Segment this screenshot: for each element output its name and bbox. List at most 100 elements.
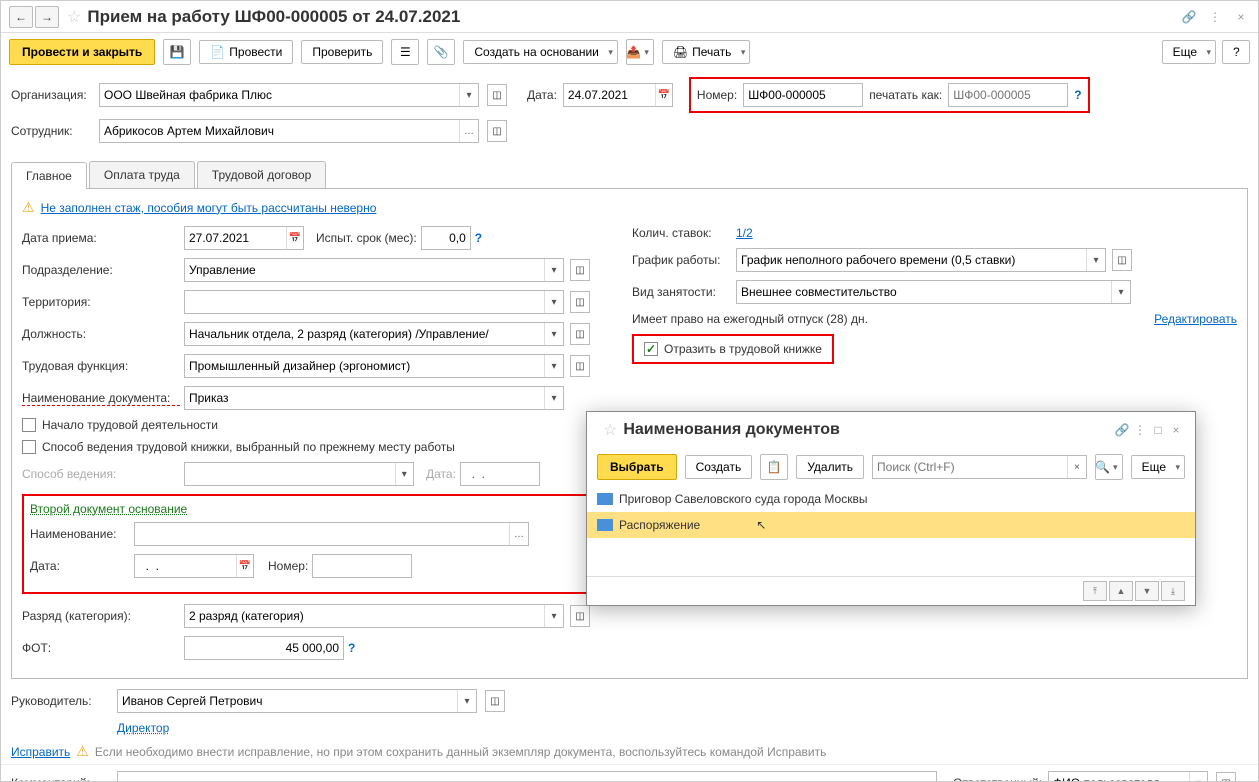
employee-input[interactable] xyxy=(100,122,459,140)
print-as-input[interactable] xyxy=(949,86,1067,104)
search-input[interactable] xyxy=(873,458,1067,476)
link-icon[interactable]: 🔗 xyxy=(1180,8,1198,26)
dropdown-icon[interactable]: ▾ xyxy=(544,387,563,409)
trial-input[interactable] xyxy=(422,229,470,247)
open-icon[interactable]: ◫ xyxy=(570,323,590,345)
calendar-icon[interactable]: 📅 xyxy=(286,227,303,249)
org-field[interactable]: ▾ xyxy=(99,83,479,107)
fix-link[interactable]: Исправить xyxy=(11,745,70,759)
position-field[interactable]: ▾ xyxy=(184,322,564,346)
list-item[interactable]: Распоряжение ↖ xyxy=(587,512,1195,538)
grade-field[interactable]: ▾ xyxy=(184,604,564,628)
export-button[interactable]: 📤 xyxy=(626,39,654,65)
employment-type-field[interactable]: ▾ xyxy=(736,280,1131,304)
territory-input[interactable] xyxy=(185,293,544,311)
list-item[interactable]: Приговор Савеловского суда города Москвы xyxy=(587,486,1195,512)
nav-back-button[interactable]: ← xyxy=(9,6,33,28)
employee-field[interactable]: … xyxy=(99,119,479,143)
employment-type-input[interactable] xyxy=(737,283,1111,301)
sort-top-button[interactable]: ⤒ xyxy=(1083,581,1107,601)
create-based-button[interactable]: Создать на основании xyxy=(463,40,618,64)
doc-name-input[interactable] xyxy=(185,389,544,407)
dropdown-icon[interactable]: ▾ xyxy=(1111,281,1130,303)
copy-button[interactable]: 📋 xyxy=(760,454,788,480)
tab-main[interactable]: Главное xyxy=(11,162,87,189)
schedule-input[interactable] xyxy=(737,251,1086,269)
maximize-icon[interactable]: □ xyxy=(1149,421,1167,439)
open-icon[interactable]: ◫ xyxy=(570,355,590,377)
help-button[interactable]: ? xyxy=(1222,40,1250,64)
open-icon[interactable]: ◫ xyxy=(570,605,590,627)
manager-field[interactable]: ▾ xyxy=(117,689,477,713)
more-button[interactable]: Еще xyxy=(1162,40,1216,64)
dropdown-icon[interactable]: ▾ xyxy=(1086,249,1105,271)
number-input[interactable] xyxy=(744,86,862,104)
dropdown-icon[interactable]: ▾ xyxy=(544,323,563,345)
dropdown-icon[interactable]: ▾ xyxy=(459,84,478,106)
calendar-icon[interactable]: 📅 xyxy=(655,84,672,106)
second-doc-name-input[interactable] xyxy=(135,525,509,543)
dropdown-icon[interactable]: ▾ xyxy=(544,355,563,377)
manager-input[interactable] xyxy=(118,692,457,710)
select-button[interactable]: Выбрать xyxy=(597,454,677,480)
number-field[interactable] xyxy=(743,83,863,107)
edit-link[interactable]: Редактировать xyxy=(1154,312,1237,326)
doc-name-field[interactable]: ▾ xyxy=(184,386,564,410)
positions-count-link[interactable]: 1/2 xyxy=(736,226,753,240)
open-icon[interactable]: ◫ xyxy=(1112,249,1132,271)
dropdown-icon[interactable]: ▾ xyxy=(544,259,563,281)
grade-input[interactable] xyxy=(185,607,544,625)
position-input[interactable] xyxy=(185,325,544,343)
list-button[interactable]: ☰ xyxy=(391,39,419,65)
sort-down-button[interactable]: ▼ xyxy=(1135,581,1159,601)
schedule-field[interactable]: ▾ xyxy=(736,248,1106,272)
hire-date-field[interactable]: 📅 xyxy=(184,226,304,250)
department-input[interactable] xyxy=(185,261,544,279)
favorite-icon[interactable]: ☆ xyxy=(67,7,81,27)
org-input[interactable] xyxy=(100,86,459,104)
help-icon[interactable]: ? xyxy=(1074,88,1081,102)
popup-more-button[interactable]: Еще xyxy=(1131,455,1185,479)
sort-bottom-button[interactable]: ⤓ xyxy=(1161,581,1185,601)
second-doc-title[interactable]: Второй документ основание xyxy=(30,502,187,516)
reflect-book-checkbox[interactable] xyxy=(644,342,658,356)
open-icon[interactable]: ◫ xyxy=(570,259,590,281)
favorite-icon[interactable]: ☆ xyxy=(603,420,617,440)
tab-contract[interactable]: Трудовой договор xyxy=(197,161,326,188)
comment-field[interactable] xyxy=(117,771,937,782)
open-icon[interactable]: ◫ xyxy=(485,690,505,712)
dropdown-icon[interactable]: ▾ xyxy=(544,605,563,627)
comment-input[interactable] xyxy=(118,774,936,782)
second-doc-number-input[interactable] xyxy=(313,557,411,575)
book-method-checkbox[interactable] xyxy=(22,440,36,454)
responsible-input[interactable] xyxy=(1049,774,1189,782)
date-field[interactable]: 📅 xyxy=(563,83,673,107)
open-icon[interactable]: ◫ xyxy=(487,120,507,142)
more-icon[interactable]: ⋮ xyxy=(1131,421,1149,439)
help-icon[interactable]: ? xyxy=(475,231,482,245)
print-button[interactable]: 🖨Печать xyxy=(662,40,751,64)
sort-up-button[interactable]: ▲ xyxy=(1109,581,1133,601)
director-link[interactable]: Директор xyxy=(117,721,169,735)
save-button[interactable]: 💾 xyxy=(163,39,191,65)
post-and-close-button[interactable]: Провести и закрыть xyxy=(9,39,155,65)
second-doc-date-field[interactable]: 📅 xyxy=(134,554,254,578)
close-icon[interactable]: × xyxy=(1167,421,1185,439)
delete-button[interactable]: Удалить xyxy=(796,455,864,479)
nav-forward-button[interactable]: → xyxy=(35,6,59,28)
open-icon[interactable]: ◫ xyxy=(487,84,507,106)
second-doc-name-field[interactable]: … xyxy=(134,522,529,546)
start-activity-checkbox[interactable] xyxy=(22,418,36,432)
dropdown-icon[interactable]: ▾ xyxy=(544,291,563,313)
territory-field[interactable]: ▾ xyxy=(184,290,564,314)
labor-func-field[interactable]: ▾ xyxy=(184,354,564,378)
search-button[interactable]: 🔍 xyxy=(1095,454,1123,480)
ellipsis-icon[interactable]: … xyxy=(459,120,478,142)
post-button[interactable]: 📄Провести xyxy=(199,40,293,64)
dropdown-icon[interactable]: ▾ xyxy=(457,690,476,712)
trial-field[interactable] xyxy=(421,226,471,250)
check-button[interactable]: Проверить xyxy=(301,40,383,64)
create-button[interactable]: Создать xyxy=(685,455,753,479)
link-icon[interactable]: 🔗 xyxy=(1113,421,1131,439)
second-doc-date-input[interactable] xyxy=(135,557,236,575)
